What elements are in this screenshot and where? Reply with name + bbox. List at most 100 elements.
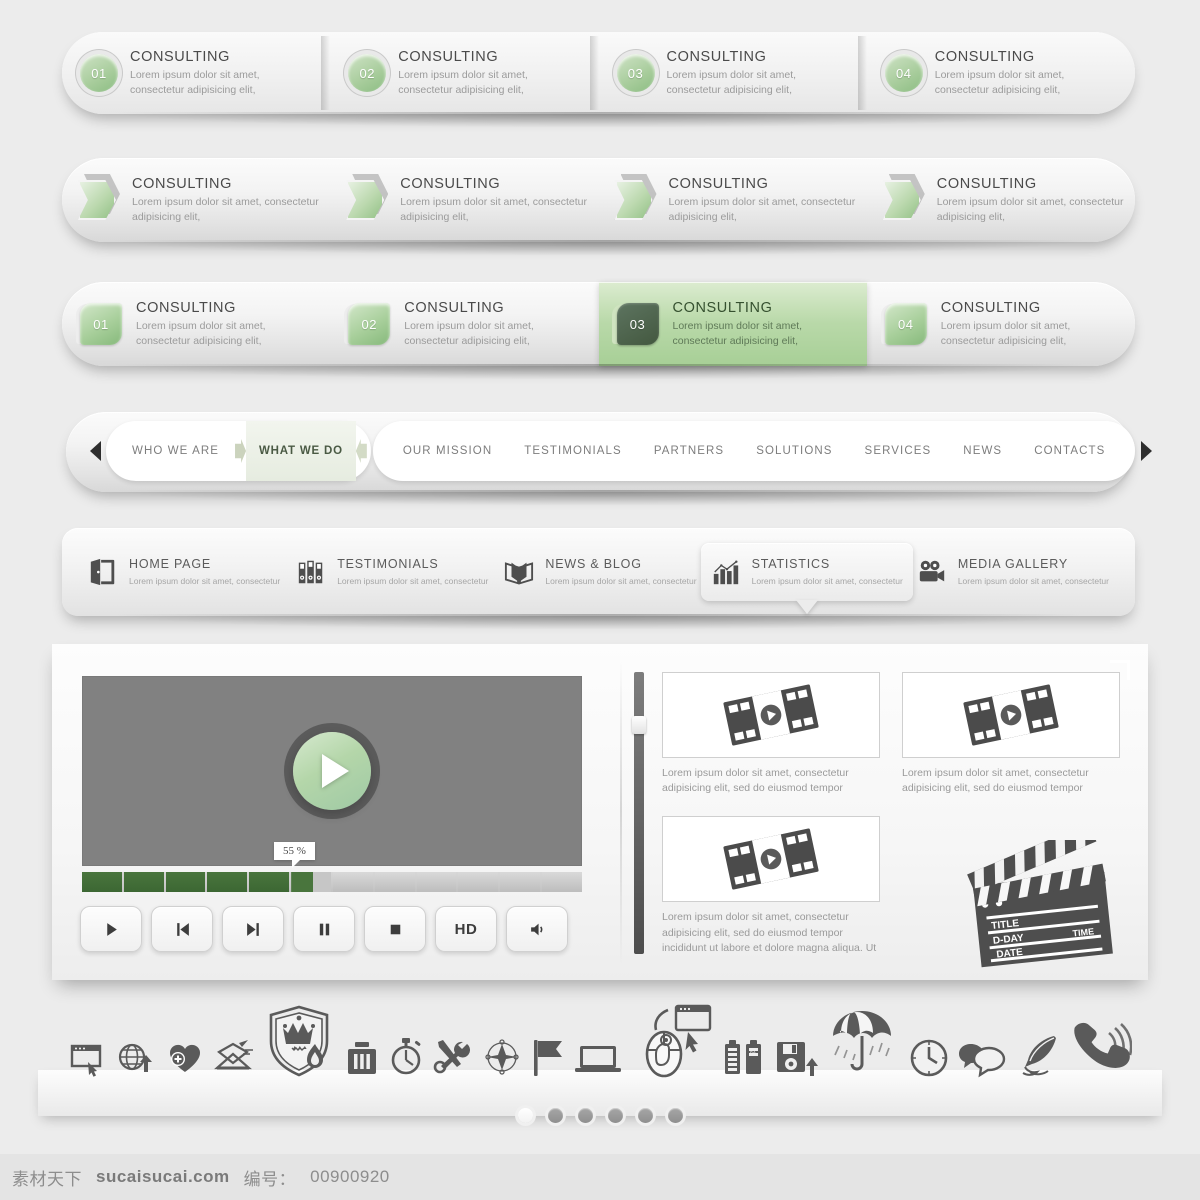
volume-button[interactable]	[506, 906, 568, 952]
pause-button[interactable]	[293, 906, 355, 952]
pagination-dots	[0, 1108, 1200, 1123]
umbrella-rain-icon[interactable]	[829, 1006, 901, 1078]
consulting-item[interactable]: CONSULTING Lorem ipsum dolor sit amet, c…	[330, 174, 598, 226]
pagination-dot[interactable]	[577, 1108, 593, 1123]
consulting-item[interactable]: 02 CONSULTING Lorem ipsum dolor sit amet…	[330, 32, 599, 114]
tools-icon[interactable]	[432, 1038, 474, 1078]
footer-code: 00900920	[310, 1167, 390, 1186]
nav-item-what-we-do[interactable]: WHAT WE DO	[246, 421, 356, 481]
floppy-upload-icon[interactable]	[774, 1036, 820, 1078]
item-title: CONSULTING	[132, 175, 232, 192]
gallery-thumbnail[interactable]	[662, 672, 880, 758]
video-screen[interactable]	[82, 676, 582, 866]
nav-item-services[interactable]: SERVICES	[849, 445, 948, 457]
pagination-dot[interactable]	[547, 1108, 563, 1123]
nav-item-testimonials[interactable]: TESTIMONIALS	[508, 445, 638, 457]
gallery-card[interactable]: Lorem ipsum dolor sit amet, consectetur …	[662, 816, 880, 956]
progress-tooltip: 55 %	[274, 842, 315, 868]
item-title: CONSULTING	[668, 175, 769, 192]
ringing-phone-icon[interactable]	[1070, 1016, 1132, 1078]
menu-item-title: NEWS & BLOG	[545, 557, 642, 572]
mouse-cursor-icon[interactable]	[632, 1002, 714, 1078]
gallery-caption: Lorem ipsum dolor sit amet, consectetur …	[902, 767, 1089, 795]
nav-item-partners[interactable]: PARTNERS	[638, 445, 740, 457]
nav-next-arrow-icon[interactable]	[1135, 421, 1157, 481]
play-button[interactable]	[80, 906, 142, 952]
gallery-thumbnail[interactable]	[902, 672, 1120, 758]
clock-icon[interactable]	[909, 1038, 949, 1078]
gallery-thumbnail[interactable]	[662, 816, 880, 903]
nav-item-contacts[interactable]: CONTACTS	[1018, 445, 1121, 457]
scrollbar-thumb[interactable]	[632, 716, 646, 734]
gallery-scrollbar[interactable]	[632, 672, 646, 954]
item-description: Lorem ipsum dolor sit amet, consectetur …	[672, 319, 803, 348]
consulting-item[interactable]: CONSULTING Lorem ipsum dolor sit amet, c…	[62, 174, 330, 226]
compass-icon[interactable]	[483, 1036, 521, 1078]
consulting-item[interactable]: 04 CONSULTING Lorem ipsum dolor sit amet…	[867, 282, 1135, 366]
gallery-card[interactable]: Lorem ipsum dolor sit amet, consectetur …	[662, 672, 880, 796]
stop-button[interactable]	[364, 906, 426, 952]
film-strip-icon	[718, 822, 824, 897]
play-overlay-button[interactable]	[293, 732, 371, 810]
item-description: Lorem ipsum dolor sit amet, consectetur …	[404, 319, 534, 348]
icon-strip: %	[60, 1000, 1140, 1078]
trash-icon[interactable]	[344, 1038, 380, 1078]
progress-bar[interactable]	[82, 872, 582, 892]
item-description: Lorem ipsum dolor sit amet, consectetur …	[934, 68, 1065, 97]
pagination-dot[interactable]	[637, 1108, 653, 1123]
consulting-item[interactable]: 02 CONSULTING Lorem ipsum dolor sit amet…	[330, 282, 598, 366]
consulting-item[interactable]: CONSULTING Lorem ipsum dolor sit amet, c…	[599, 174, 867, 226]
step-number-badge: 04	[884, 303, 927, 345]
pagination-dot[interactable]	[607, 1108, 623, 1123]
previous-button[interactable]	[151, 906, 213, 952]
item-description: Lorem ipsum dolor sit amet, consectetur …	[136, 319, 266, 348]
menu-item-title: MEDIA GALLERY	[957, 557, 1069, 572]
laptop-icon[interactable]	[573, 1038, 623, 1078]
media-player-panel: 55 % HD Lorem ipsum dolor sit amet, cons…	[52, 644, 1148, 980]
consulting-item[interactable]: 03 CONSULTING Lorem ipsum dolor sit amet…	[598, 32, 868, 114]
shield-crown-flame-icon[interactable]	[263, 1004, 335, 1078]
pagination-dot-active[interactable]	[517, 1108, 533, 1123]
nav-prev-arrow-icon[interactable]	[84, 421, 106, 481]
browser-window-icon[interactable]	[68, 1038, 108, 1078]
consulting-item[interactable]: CONSULTING Lorem ipsum dolor sit amet, c…	[867, 174, 1135, 226]
menu-item-home-page[interactable]: HOME PAGE Lorem ipsum dolor sit amet, co…	[80, 547, 288, 597]
globe-upload-icon[interactable]	[116, 1038, 156, 1078]
battery-icon[interactable]: %	[722, 1036, 766, 1078]
heart-plus-icon[interactable]	[165, 1038, 205, 1078]
ribbon-arrow-icon	[882, 174, 925, 222]
item-title: CONSULTING	[404, 299, 505, 316]
pagination-dot[interactable]	[667, 1108, 683, 1123]
nav-item-solutions[interactable]: SOLUTIONS	[740, 445, 848, 457]
consulting-item-active[interactable]: 03 CONSULTING Lorem ipsum dolor sit amet…	[598, 282, 867, 366]
nav-primary-group: WHO WE ARE WHAT WE DO	[106, 421, 371, 481]
bar-chart-icon	[711, 557, 741, 587]
menu-item-statistics[interactable]: STATISTICS Lorem ipsum dolor sit amet, c…	[700, 543, 913, 601]
ribbon-arrow-icon	[78, 174, 120, 222]
gallery-card[interactable]: Lorem ipsum dolor sit amet, consectetur …	[902, 672, 1120, 796]
speech-bubbles-icon[interactable]	[957, 1038, 1007, 1078]
menu-item-news-blog[interactable]: NEWS & BLOG Lorem ipsum dolor sit amet, …	[496, 547, 704, 597]
flag-icon[interactable]	[529, 1036, 565, 1078]
next-button[interactable]	[222, 906, 284, 952]
consulting-item[interactable]: 01 CONSULTING Lorem ipsum dolor sit amet…	[62, 32, 331, 114]
menu-item-media-gallery[interactable]: MEDIA GALLERY Lorem ipsum dolor sit amet…	[909, 547, 1117, 597]
menu-item-testimonials[interactable]: TESTIMONIALS Lorem ipsum dolor sit amet,…	[288, 547, 496, 597]
play-triangle-icon	[322, 754, 349, 788]
item-description: Lorem ipsum dolor sit amet, consectetur …	[936, 195, 1124, 224]
consulting-item[interactable]: 01 CONSULTING Lorem ipsum dolor sit amet…	[62, 282, 330, 366]
gallery-caption: Lorem ipsum dolor sit amet, consectetur …	[662, 911, 877, 954]
nav-item-our-mission[interactable]: OUR MISSION	[387, 445, 508, 457]
nav-item-who-we-are[interactable]: WHO WE ARE	[116, 445, 235, 457]
nav-item-news[interactable]: NEWS	[947, 445, 1018, 457]
open-book-icon	[504, 557, 534, 587]
item-description: Lorem ipsum dolor sit amet, consectetur …	[130, 68, 260, 97]
item-title: CONSULTING	[936, 175, 1037, 192]
stopwatch-icon[interactable]	[388, 1036, 424, 1078]
hd-button[interactable]: HD	[435, 906, 497, 952]
feather-quill-icon[interactable]	[1016, 1034, 1062, 1078]
envelope-send-icon[interactable]	[213, 1038, 255, 1078]
item-title: CONSULTING	[672, 299, 773, 316]
menu-item-description: Lorem ipsum dolor sit amet, consectetur	[751, 575, 903, 586]
consulting-item[interactable]: 04 CONSULTING Lorem ipsum dolor sit amet…	[866, 32, 1135, 114]
